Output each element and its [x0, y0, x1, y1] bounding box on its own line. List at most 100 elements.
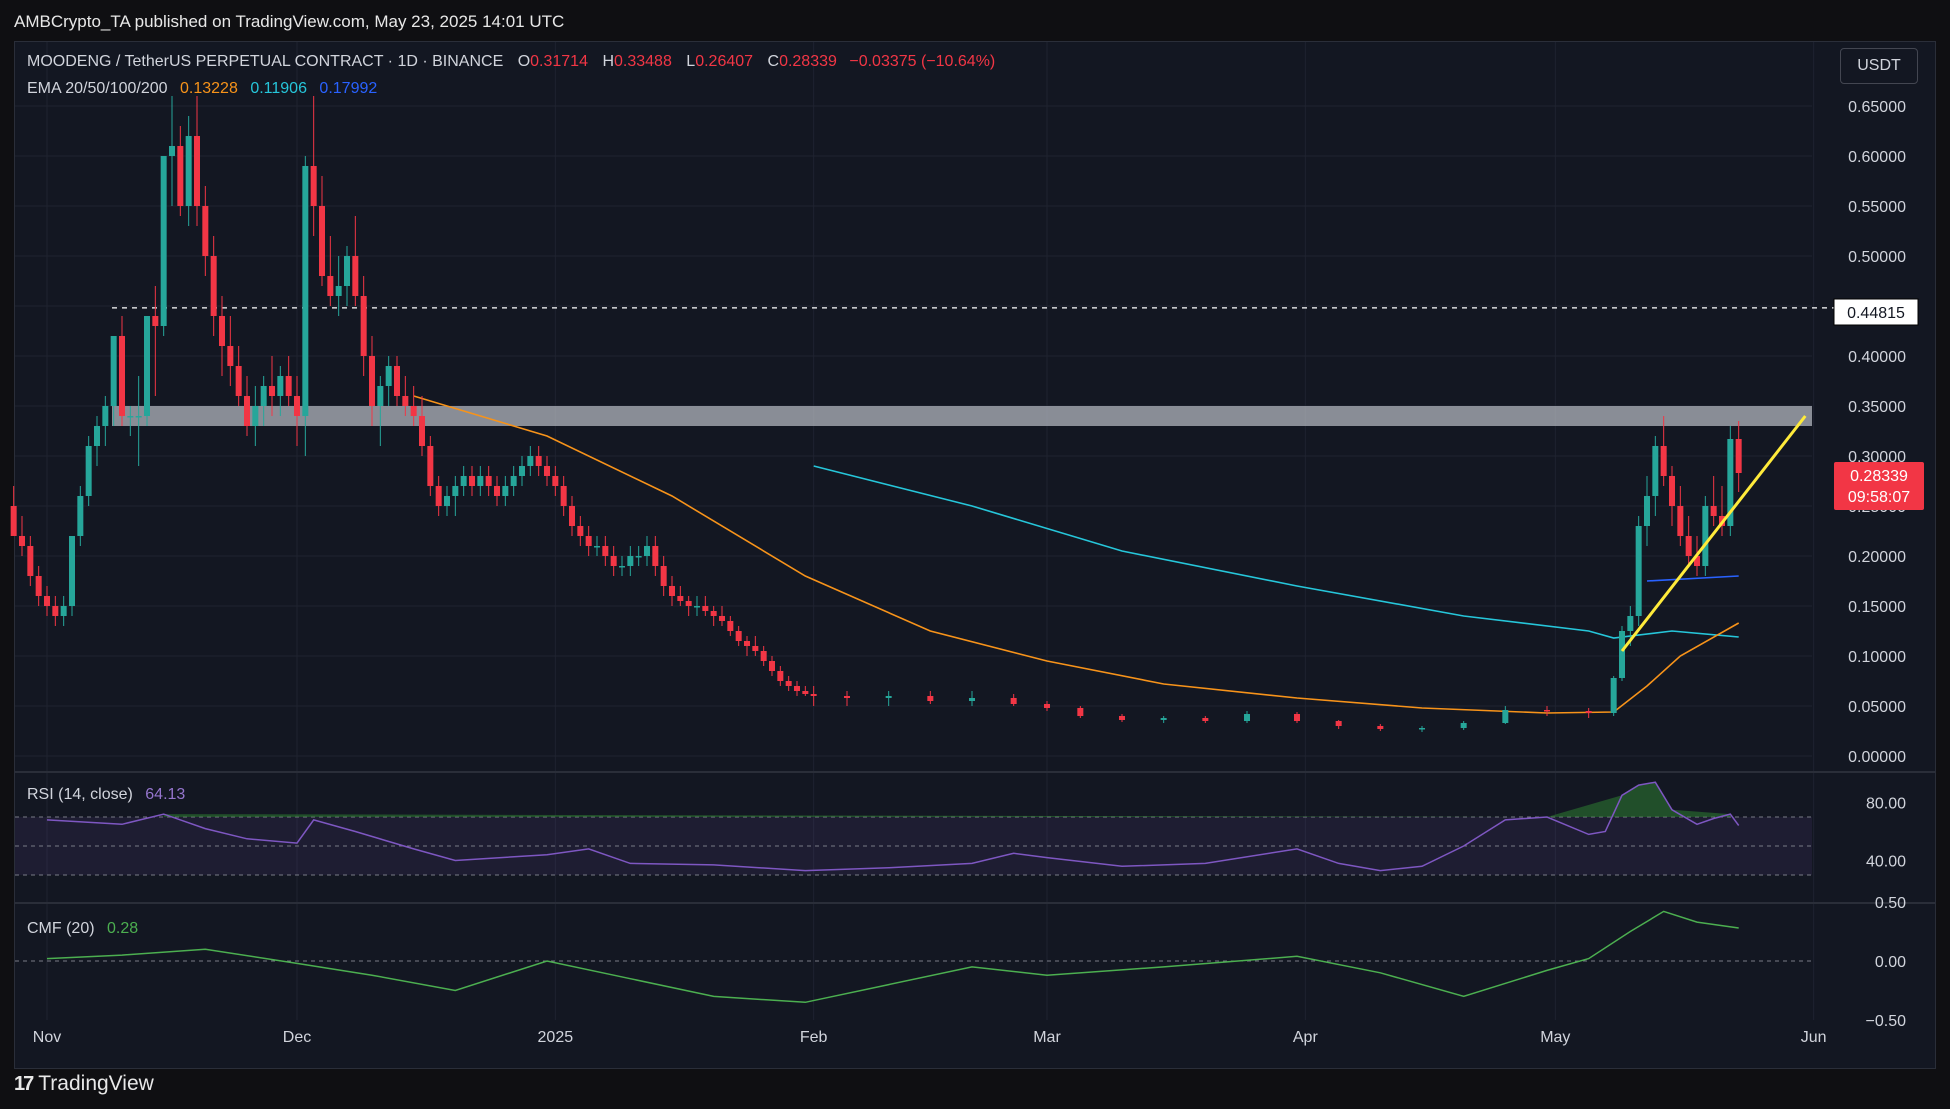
- candle-body: [1710, 506, 1717, 516]
- candle-body: [285, 376, 292, 396]
- candle-body: [10, 506, 17, 536]
- candle-body: [452, 486, 459, 496]
- candle-body: [327, 276, 334, 296]
- candle: [577, 516, 584, 546]
- candle-body: [1202, 718, 1209, 721]
- candle-body: [260, 386, 267, 406]
- cmf-legend[interactable]: CMF (20) 0.28: [27, 920, 138, 938]
- candle: [660, 556, 667, 596]
- candle-body: [1119, 716, 1125, 720]
- candle: [635, 546, 642, 566]
- candle: [844, 691, 850, 706]
- candle-body: [735, 631, 742, 641]
- candle: [1544, 706, 1550, 716]
- candle: [602, 536, 609, 566]
- candle: [677, 586, 684, 606]
- candle-body: [1585, 711, 1592, 713]
- candle-body: [544, 466, 550, 476]
- symbol-title[interactable]: MOODENG / TetherUS PERPETUAL CONTRACT · …: [27, 53, 503, 70]
- candle: [1702, 496, 1709, 576]
- candle-body: [602, 546, 609, 556]
- price-tick: 0.50000: [1848, 249, 1906, 266]
- candle-body: [710, 611, 717, 616]
- rsi-legend[interactable]: RSI (14, close) 64.13: [27, 786, 185, 804]
- candle: [585, 526, 592, 556]
- candle-body: [419, 416, 425, 446]
- candle-body: [1735, 439, 1742, 473]
- candle: [594, 536, 600, 556]
- candle: [344, 246, 350, 306]
- candle: [1735, 421, 1742, 492]
- candle: [302, 156, 309, 456]
- candle-body: [802, 691, 809, 694]
- candle-body: [302, 166, 309, 416]
- candle-body: [1044, 704, 1050, 708]
- candle-body: [94, 426, 100, 446]
- candle: [285, 356, 292, 406]
- candle-body: [610, 556, 617, 566]
- candle-body: [352, 256, 359, 296]
- candle-body: [1702, 506, 1709, 566]
- rsi-tick: 40.00: [1866, 854, 1906, 871]
- candle: [502, 476, 509, 506]
- candle: [694, 596, 700, 616]
- candle: [802, 686, 809, 696]
- candle: [702, 596, 709, 616]
- candle: [710, 606, 717, 626]
- candle: [227, 316, 234, 386]
- candle-body: [619, 566, 625, 568]
- rsi-tick: 80.00: [1866, 796, 1906, 813]
- candle-body: [444, 496, 450, 506]
- candle-body: [85, 446, 92, 496]
- candle-body: [194, 136, 200, 206]
- ema-legend[interactable]: EMA 20/50/100/200 0.13228 0.11906 0.1799…: [27, 80, 377, 98]
- close-value: 0.28339: [779, 53, 837, 70]
- candle: [494, 476, 500, 506]
- time-tick: Feb: [800, 1029, 828, 1046]
- candle: [244, 376, 250, 436]
- candle-body: [677, 596, 684, 601]
- candle: [1685, 516, 1692, 566]
- candle-body: [794, 686, 800, 691]
- candle-body: [77, 496, 84, 536]
- candle-body: [210, 256, 217, 316]
- resistance-price-label: 0.44815: [1847, 305, 1905, 322]
- candle: [519, 456, 525, 486]
- candle: [335, 256, 342, 316]
- candle: [169, 96, 175, 206]
- brand[interactable]: 17 TradingView: [14, 1072, 154, 1096]
- candle-body: [652, 546, 659, 566]
- currency-button[interactable]: USDT: [1840, 48, 1918, 84]
- ema-value-2: 0.11906: [250, 80, 307, 97]
- candle-body: [1660, 446, 1667, 476]
- candle: [10, 486, 17, 536]
- candle: [652, 536, 659, 576]
- cmf-tick: 0.00: [1875, 954, 1906, 971]
- candle: [552, 466, 559, 496]
- candle-body: [235, 366, 242, 396]
- candle-body: [394, 366, 400, 396]
- candle: [444, 486, 450, 516]
- price-tick: 0.60000: [1848, 149, 1906, 166]
- candle: [1294, 712, 1300, 723]
- candle: [235, 346, 242, 406]
- candle-body: [269, 386, 275, 396]
- candle: [669, 576, 675, 606]
- candle: [252, 386, 259, 446]
- candle-body: [469, 476, 475, 486]
- candle-body: [219, 316, 225, 346]
- ema200-line: [1646, 575, 1739, 582]
- price-tick: 0.40000: [1848, 349, 1906, 366]
- chart-svg[interactable]: 0.650000.600000.550000.500000.450000.400…: [0, 0, 1950, 1109]
- candle: [85, 436, 92, 506]
- candle: [727, 616, 734, 636]
- candle-body: [1610, 678, 1617, 713]
- candle: [810, 686, 817, 706]
- candle: [1502, 706, 1509, 724]
- candle: [102, 396, 109, 446]
- candle: [77, 486, 84, 546]
- candle-body: [1644, 496, 1650, 526]
- candle: [185, 116, 192, 226]
- candle: [310, 96, 317, 236]
- candle-body: [1635, 526, 1642, 616]
